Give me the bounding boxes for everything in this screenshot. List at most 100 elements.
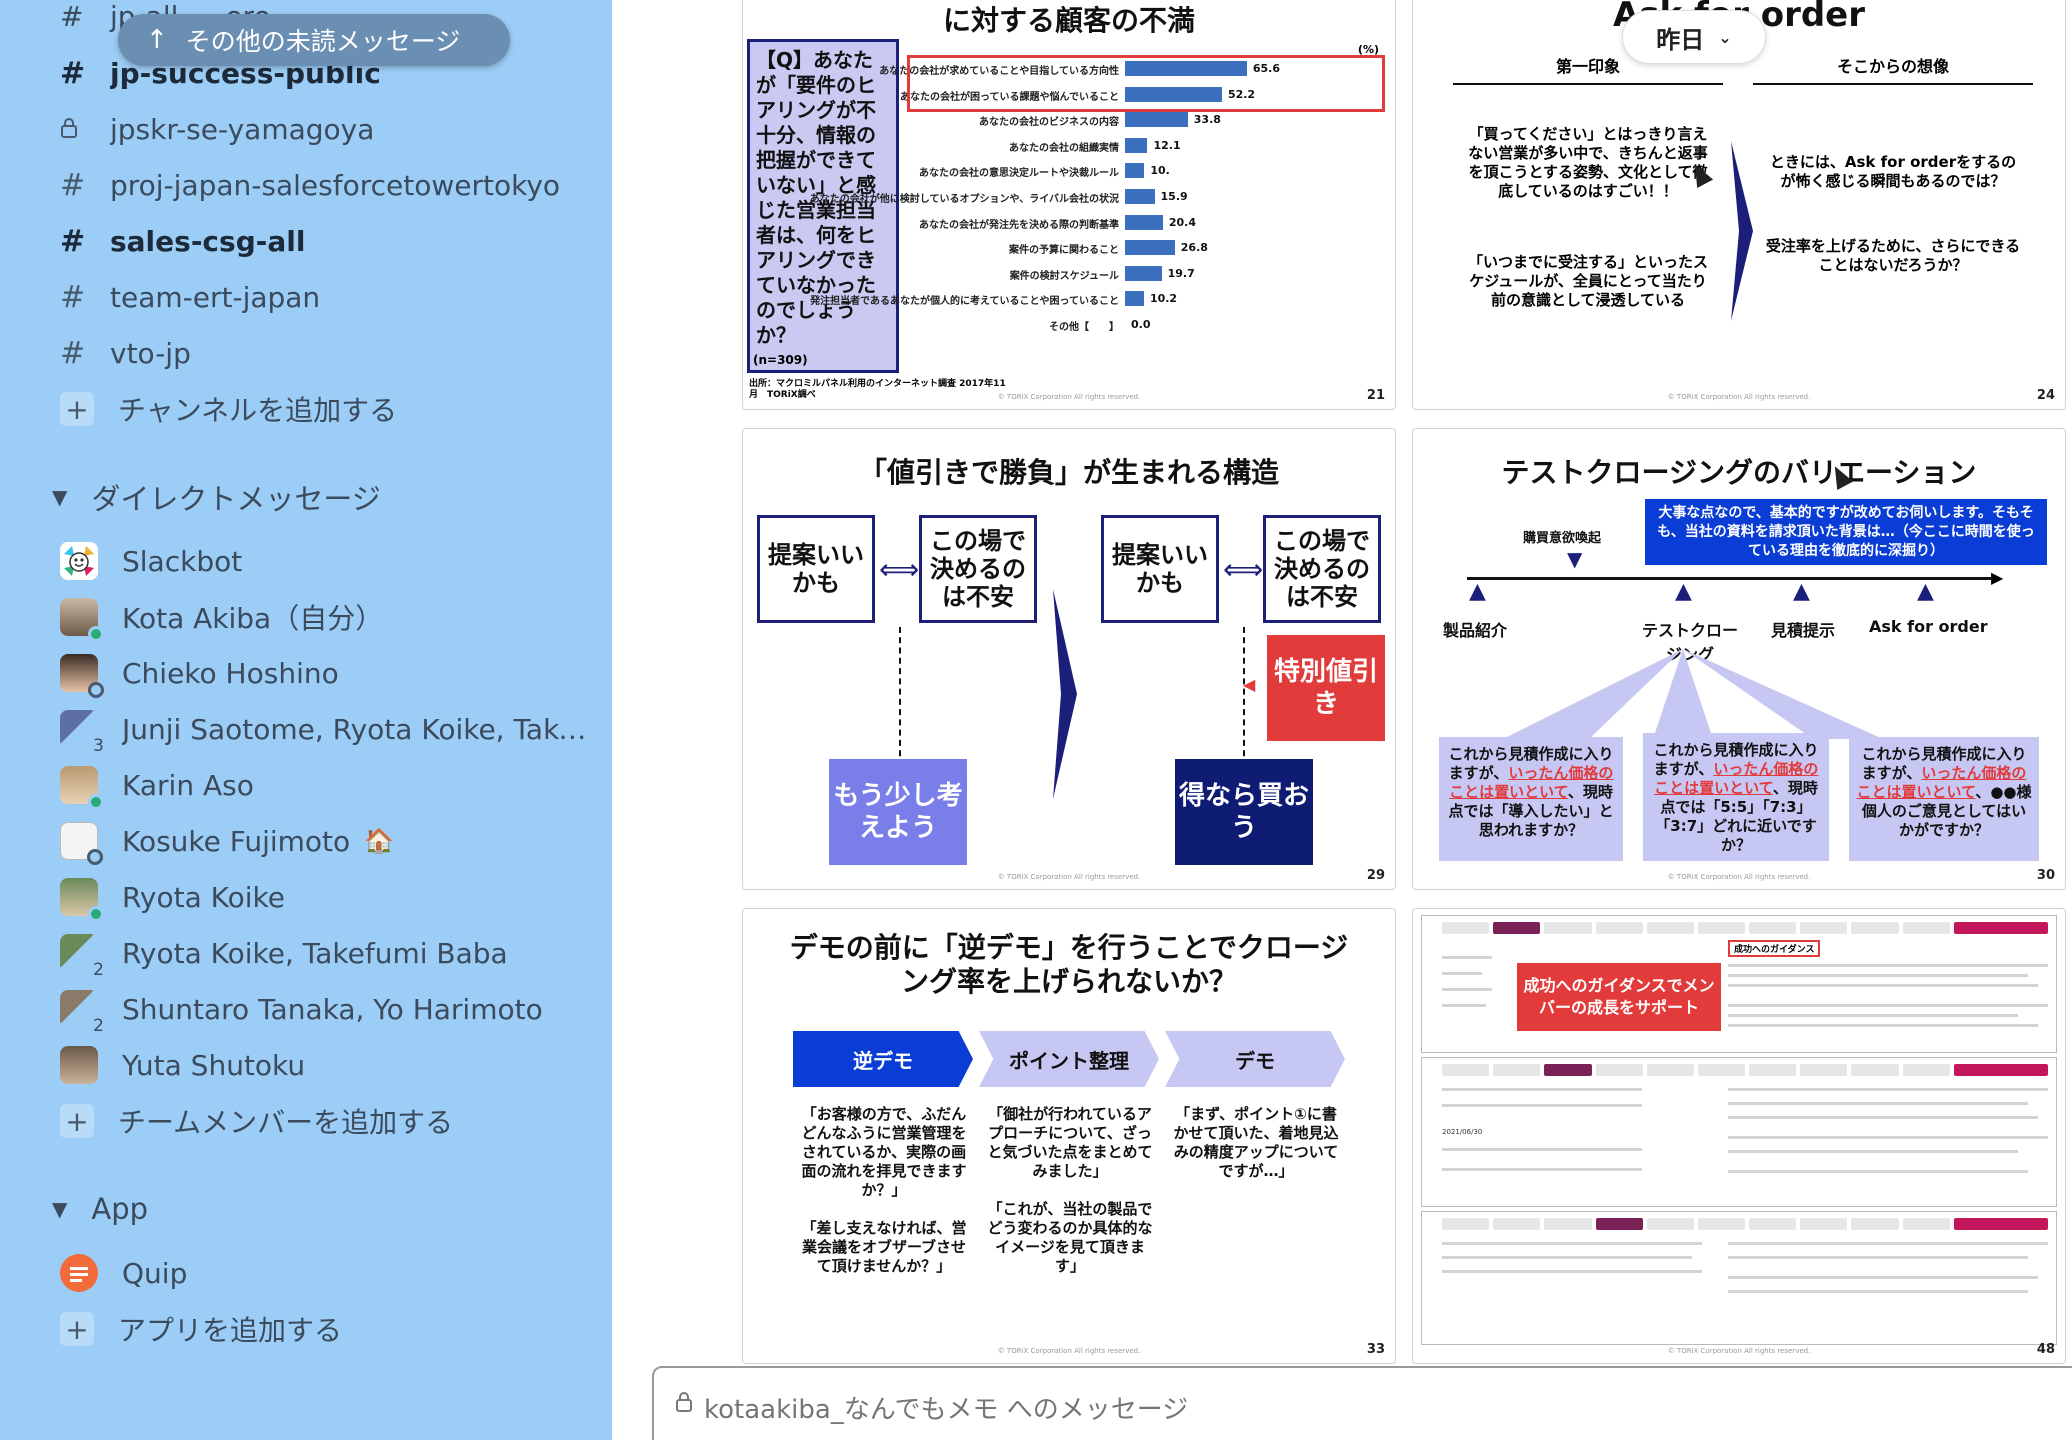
arrow-right-icon: ▶ bbox=[1991, 568, 2004, 587]
marker-up-icon: ▲ bbox=[1469, 579, 1486, 604]
text-box: もう少し考えよう bbox=[829, 759, 967, 865]
dm-item-kota-akiba[interactable]: Kota Akiba（自分） bbox=[60, 590, 600, 644]
copyright: © TORiX Corporation All rights reserved. bbox=[997, 873, 1141, 881]
member-count: 2 bbox=[91, 1016, 106, 1036]
dm-item-group-junji[interactable]: 3 Junji Saotome, Ryota Koike, Take... bbox=[60, 702, 600, 756]
divider-arrow bbox=[1731, 141, 1753, 321]
bar bbox=[1125, 163, 1145, 179]
bar-value-label: 10. bbox=[1150, 164, 1170, 178]
copyright: © TORiX Corporation All rights reserved. bbox=[1667, 873, 1811, 881]
chevron-down-icon: ⌄ bbox=[1718, 27, 1732, 47]
more-unread-button[interactable]: ↑ その他の未読メッセージ bbox=[118, 14, 510, 66]
user-avatar bbox=[60, 1046, 98, 1084]
slide-thumbnail[interactable]: テストクロージングのバリエーション 大事な点なので、基本的ですが改めてお伺いしま… bbox=[1412, 428, 2066, 890]
slide-title: テストクロージングのバリエーション bbox=[1501, 456, 1977, 489]
add-channel-button[interactable]: + チャンネルを追加する bbox=[60, 382, 600, 436]
app-item-quip[interactable]: Quip bbox=[60, 1246, 600, 1300]
presence-active-icon bbox=[88, 626, 104, 642]
channel-item[interactable]: # sales-csg-all bbox=[60, 214, 600, 268]
marker-up-icon: ▲ bbox=[1917, 579, 1934, 604]
caret-down-icon: ▼ bbox=[52, 485, 68, 509]
channel-item[interactable]: # vto-jp bbox=[60, 326, 600, 380]
hash-icon: # bbox=[60, 335, 86, 371]
copyright: © TORiX Corporation All rights reserved. bbox=[1667, 393, 1811, 401]
slide-thumbnail[interactable]: 「値引きで勝負」が生まれる構造 提案いいかも この場で決めるのは不安 ⟺ ▼ も… bbox=[742, 428, 1396, 890]
dm-item-karin-aso[interactable]: Karin Aso bbox=[60, 758, 600, 812]
bar-category-label: その他【 】 bbox=[1049, 322, 1119, 333]
message-input[interactable] bbox=[704, 1390, 2004, 1430]
user-avatar bbox=[60, 878, 104, 922]
bar-category-label: あなたの会社の意思決定ルートや決裁ルール bbox=[919, 168, 1119, 180]
hash-icon: # bbox=[60, 55, 86, 91]
page-number: 21 bbox=[1366, 388, 1385, 403]
page-number: 33 bbox=[1366, 1342, 1385, 1357]
dm-item-chieko-hoshino[interactable]: Chieko Hoshino bbox=[60, 646, 600, 700]
screenshot-panel: 2021/06/30 bbox=[1421, 1057, 2057, 1207]
bar-value-label: 20.4 bbox=[1168, 215, 1197, 229]
dm-item-kosuke-fujimoto[interactable]: Kosuke Fujimoto 🏠 bbox=[60, 814, 600, 868]
chevron-step: ポイント整理 bbox=[979, 1031, 1159, 1087]
dm-section-header[interactable]: ▼ ダイレクトメッセージ bbox=[52, 470, 381, 524]
bar-value-label: 33.8 bbox=[1193, 113, 1221, 127]
message-composer[interactable] bbox=[652, 1366, 2072, 1440]
slide-title: デモの前に「逆デモ」を行うことでクロージング率を上げられないか？ bbox=[789, 931, 1349, 998]
user-avatar bbox=[60, 654, 104, 698]
presence-active-icon bbox=[88, 906, 104, 922]
dm-item-group-shuntaro-yo[interactable]: 2 Shuntaro Tanaka, Yo Harimoto bbox=[60, 982, 600, 1036]
bar-category-label: 案件の予算に関わること bbox=[1009, 245, 1119, 257]
body-text: 「買ってください」とはっきり言えない営業が多い中で、きちんと返事を頂こうとする姿… bbox=[1468, 125, 1708, 200]
bar bbox=[1125, 137, 1148, 153]
callout-box: 成功へのガイダンスでメンバーの成長をサポート bbox=[1517, 963, 1721, 1031]
text-box: この場で決めるのは不安 bbox=[1263, 515, 1381, 623]
bar bbox=[1125, 240, 1175, 256]
guidance-label: 成功へのガイダンス bbox=[1728, 940, 1821, 957]
body-text: 受注率を上げるために、さらにできることはないだろうか？ bbox=[1765, 237, 2021, 274]
body-text: 「まず、ポイント①に書かせて頂いた、着地見込みの精度アップについてですが…」 bbox=[1173, 1105, 1339, 1180]
bar-value-label: 12.1 bbox=[1153, 138, 1181, 152]
chevron-step: デモ bbox=[1165, 1031, 1345, 1087]
group-avatar: 2 bbox=[60, 934, 106, 980]
bar bbox=[1125, 189, 1155, 204]
screenshot-panel bbox=[1421, 1211, 2057, 1345]
dm-item-yuta-shutoku[interactable]: Yuta Shutoku bbox=[60, 1038, 600, 1092]
lock-icon bbox=[60, 112, 110, 147]
channel-name: proj-japan-salesforcetowertokyo bbox=[110, 168, 561, 202]
bar-category-label: あなたの会社の組織実情 bbox=[1009, 142, 1119, 154]
hash-icon: # bbox=[60, 279, 86, 315]
add-member-button[interactable]: + チームメンバーを追加する bbox=[60, 1094, 600, 1148]
bar bbox=[1125, 112, 1188, 128]
channel-item[interactable]: jpskr-se-yamagoya bbox=[60, 102, 600, 156]
group-avatar: 2 bbox=[60, 990, 106, 1036]
copyright: © TORiX Corporation All rights reserved. bbox=[1667, 1347, 1811, 1355]
bar-value-label: 26.8 bbox=[1180, 241, 1208, 255]
channel-name: team-ert-japan bbox=[110, 280, 321, 314]
slide-thumbnail[interactable]: 成功へのガイダンス 成功へのガイダンスでメンバーの成長をサポート 2021/06… bbox=[1412, 908, 2066, 1364]
bar-category-label: あなたの会社が発注先を決める際の判断基準 bbox=[919, 219, 1119, 231]
slackbot-avatar bbox=[60, 542, 98, 580]
member-count: 3 bbox=[91, 736, 106, 756]
user-avatar bbox=[60, 766, 104, 810]
dm-item-ryota-koike[interactable]: Ryota Koike bbox=[60, 870, 600, 924]
copyright: © TORiX Corporation All rights reserved. bbox=[997, 1347, 1141, 1355]
dm-item-group-ryota-takefumi[interactable]: 2 Ryota Koike, Takefumi Baba bbox=[60, 926, 600, 980]
channel-item[interactable]: # proj-japan-salesforcetowertokyo bbox=[60, 158, 600, 212]
dm-item-slackbot[interactable]: Slackbot bbox=[60, 534, 600, 588]
slide-title: 「値引きで勝負」が生まれる構造 bbox=[858, 456, 1279, 489]
add-app-button[interactable]: + アプリを追加する bbox=[60, 1302, 600, 1356]
example-box: これから見積作成に入りますが、いったん価格のことは置いといて、●●様個人のご意見… bbox=[1849, 737, 2039, 861]
example-box: これから見積作成に入りますが、いったん価格のことは置いといて、現時点では「導入し… bbox=[1439, 737, 1623, 861]
text-box: 特別値引き bbox=[1267, 635, 1385, 741]
bar-value-label: 15.9 bbox=[1160, 190, 1188, 203]
bar-category-label: あなたの会社が他に検討しているオプションや、ライバル会社の状況 bbox=[809, 194, 1119, 205]
text-box: 提案いいかも bbox=[757, 515, 875, 623]
channel-item[interactable]: # team-ert-japan bbox=[60, 270, 600, 324]
marker-up-icon: ▲ bbox=[1675, 579, 1692, 604]
date-divider-button[interactable]: 昨日 ⌄ bbox=[1622, 10, 1766, 64]
app-section-header[interactable]: ▼ App bbox=[52, 1182, 148, 1236]
plus-icon: + bbox=[60, 1104, 94, 1138]
page-number: 24 bbox=[2036, 388, 2055, 403]
slide-thumbnail[interactable]: に対する顧客の不満 【Q】あなたが「要件のヒアリングが不十分、情報の把握ができて… bbox=[742, 0, 1396, 410]
slide-thumbnail[interactable]: デモの前に「逆デモ」を行うことでクロージング率を上げられないか？ 逆デモ ポイン… bbox=[742, 908, 1396, 1364]
sidebar: #jp-all-...-ere-... # jp-success-public … bbox=[0, 0, 612, 1440]
arrow-left-icon: ◀ bbox=[1243, 675, 1256, 694]
